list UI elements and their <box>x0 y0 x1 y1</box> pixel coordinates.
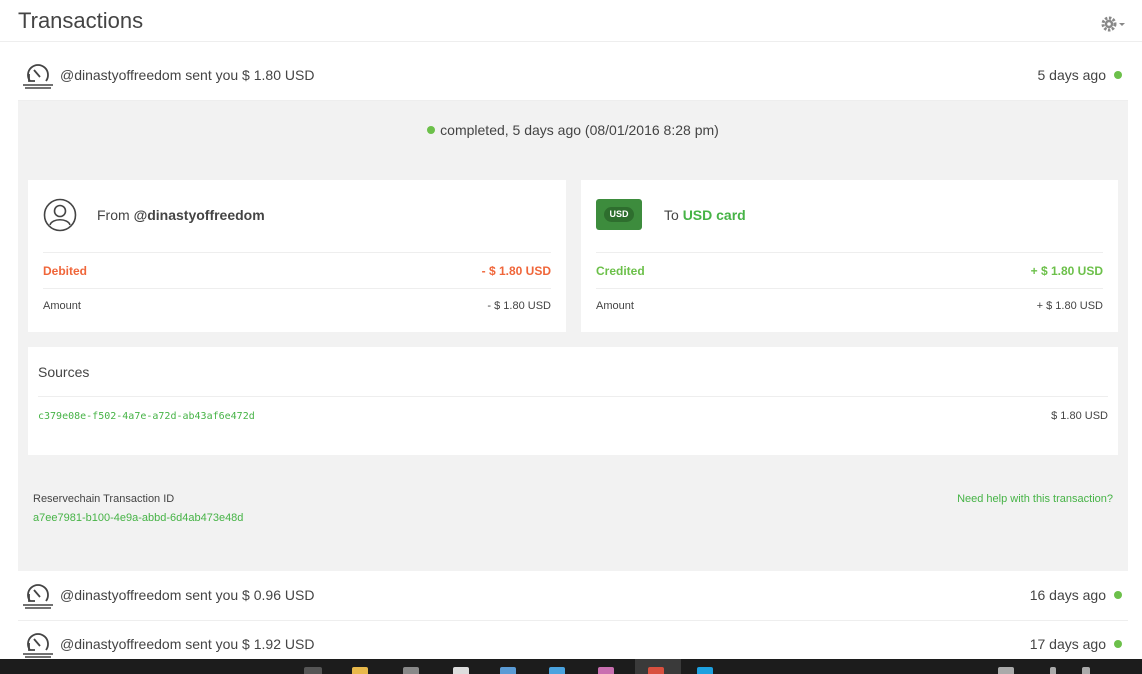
reservechain-id-link[interactable]: a7ee7981-b100-4e9a-abbd-6d4ab473e48d <box>33 512 243 524</box>
transaction-status: completed, 5 days ago (08/01/2016 8:28 p… <box>18 122 1128 138</box>
taskbar-app-icon[interactable] <box>598 667 614 674</box>
sources-title: Sources <box>38 364 90 380</box>
transaction-time: 5 days ago <box>1037 67 1107 83</box>
to-card: USD To USD card Credited + $ 1.80 USD Am… <box>581 180 1118 332</box>
transaction-description: @dinastyoffreedom sent you $ 1.80 USD <box>60 67 315 83</box>
transaction-row[interactable]: @dinastyoffreedom sent you $ 1.80 USD 5 … <box>18 51 1128 101</box>
to-prefix: To <box>664 207 679 223</box>
gear-icon[interactable] <box>1100 14 1128 34</box>
amount-label: Amount <box>596 300 634 312</box>
browser-icon[interactable] <box>648 667 664 674</box>
tray-icon[interactable] <box>998 667 1014 674</box>
source-amount: $ 1.80 USD <box>1051 410 1108 422</box>
skype-icon[interactable] <box>697 667 713 674</box>
page-header: Transactions <box>0 0 1142 42</box>
taskbar-app-icon[interactable] <box>304 667 322 674</box>
taskbar-app-icon[interactable] <box>500 667 516 674</box>
divider <box>38 396 1108 397</box>
os-taskbar <box>0 659 1142 674</box>
divider <box>596 252 1103 253</box>
sources-card: Sources c379e08e-f502-4a7e-a72d-ab43af6e… <box>28 347 1118 455</box>
status-dot <box>1114 640 1122 648</box>
usd-badge-label: USD <box>604 207 634 222</box>
page-title: Transactions <box>18 8 144 33</box>
from-label: From @dinastyoffreedom <box>97 207 265 223</box>
credited-value: + $ 1.80 USD <box>1030 264 1103 278</box>
transactions-page: Transactions @dinastyoffreedom sent you … <box>0 0 1142 674</box>
divider <box>43 252 551 253</box>
transaction-detail-panel: completed, 5 days ago (08/01/2016 8:28 p… <box>18 101 1128 571</box>
debited-value: - $ 1.80 USD <box>481 264 551 278</box>
tray-icon[interactable] <box>1082 667 1090 674</box>
transaction-arrow-icon <box>22 61 54 89</box>
from-card: From @dinastyoffreedom Debited - $ 1.80 … <box>28 180 566 332</box>
taskbar-app-icon[interactable] <box>453 667 469 674</box>
transaction-time: 16 days ago <box>1029 587 1106 603</box>
status-dot <box>1114 71 1122 79</box>
divider <box>596 288 1103 289</box>
taskbar-app-icon[interactable] <box>403 667 419 674</box>
amount-label: Amount <box>43 300 81 312</box>
to-destination-link[interactable]: USD card <box>683 207 746 223</box>
status-dot <box>1114 591 1122 599</box>
transaction-row[interactable]: @dinastyoffreedom sent you $ 0.96 USD 16… <box>18 571 1128 621</box>
amount-value: - $ 1.80 USD <box>487 300 551 312</box>
status-dot <box>427 126 436 134</box>
transaction-description: @dinastyoffreedom sent you $ 0.96 USD <box>60 587 315 603</box>
transaction-arrow-icon <box>22 630 54 658</box>
from-prefix: From <box>97 207 130 223</box>
tray-icon[interactable] <box>1050 667 1056 674</box>
user-avatar-icon <box>43 198 77 232</box>
transaction-arrow-icon <box>22 581 54 609</box>
credited-label: Credited <box>596 264 645 278</box>
transaction-time: 17 days ago <box>1029 636 1106 652</box>
help-link[interactable]: Need help with this transaction? <box>957 493 1113 505</box>
usd-card-icon: USD <box>596 199 642 230</box>
divider <box>43 288 551 289</box>
debited-label: Debited <box>43 264 88 278</box>
reservechain-label: Reservechain Transaction ID <box>33 493 175 505</box>
to-label: To USD card <box>664 207 746 223</box>
source-id-link[interactable]: c379e08e-f502-4a7e-a72d-ab43af6e472d <box>38 411 255 422</box>
taskbar-app-icon[interactable] <box>549 667 565 674</box>
from-username[interactable]: @dinastyoffreedom <box>134 207 265 223</box>
status-text: completed, 5 days ago (08/01/2016 8:28 p… <box>440 122 719 138</box>
amount-value: + $ 1.80 USD <box>1036 300 1103 312</box>
folder-icon[interactable] <box>352 667 368 674</box>
transaction-description: @dinastyoffreedom sent you $ 1.92 USD <box>60 636 315 652</box>
